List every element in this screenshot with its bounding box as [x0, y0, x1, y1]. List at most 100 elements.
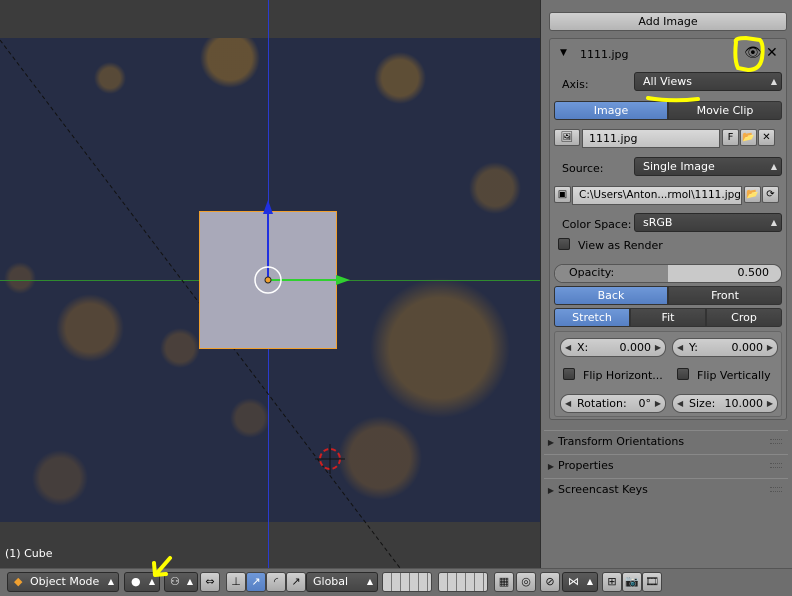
increment-arrow-icon[interactable]: ▶ — [767, 395, 773, 412]
image-browse-icon[interactable]: 🖼 — [554, 129, 580, 146]
mode-dropdown[interactable]: ◆ Object Mode ▲ — [7, 572, 119, 592]
drag-grip-icon[interactable] — [770, 487, 782, 492]
snap-toggle-icon[interactable]: ⊘ — [540, 572, 560, 592]
decrement-arrow-icon[interactable]: ◀ — [677, 339, 683, 356]
flip-vertical-checkbox[interactable] — [677, 368, 689, 380]
image-file-icon: ▣ — [554, 186, 571, 203]
layers-grid-b[interactable] — [438, 572, 488, 592]
reload-icon[interactable]: ⟳ — [762, 186, 779, 203]
expand-triangle-icon: ▶ — [547, 486, 555, 495]
depth-front-button[interactable]: Front — [668, 286, 782, 305]
render-animation-icon[interactable]: 🎞 — [642, 572, 662, 592]
flip-horizontal-label: Flip Horizont... — [583, 369, 663, 382]
dropdown-arrow-icon: ▲ — [770, 162, 777, 171]
view-as-render-label: View as Render — [578, 239, 663, 252]
z-arrow-icon — [263, 200, 273, 214]
section-transform-orientations[interactable]: ▶ Transform Orientations — [544, 430, 788, 452]
depth-back-button[interactable]: Back — [554, 286, 668, 305]
section-properties[interactable]: ▶ Properties — [544, 454, 788, 476]
increment-arrow-icon[interactable]: ▶ — [767, 339, 773, 356]
x-arrow-icon — [336, 275, 350, 285]
offset-y-field[interactable]: ◀ Y: 0.000 ▶ — [672, 338, 778, 357]
drag-grip-icon[interactable] — [770, 463, 782, 468]
size-field[interactable]: ◀ Size: 10.000 ▶ — [672, 394, 778, 413]
dropdown-arrow-icon: ▲ — [770, 77, 777, 86]
section-screencast-keys[interactable]: ▶ Screencast Keys — [544, 478, 788, 500]
axis-dropdown[interactable]: All Views ▲ — [634, 72, 782, 91]
opacity-slider[interactable]: Opacity: 0.500 — [554, 264, 782, 283]
manipulator-toggle-icon[interactable]: ⊥ — [226, 572, 246, 592]
file-browse-icon[interactable]: 📂 — [744, 186, 761, 203]
transform-box: ◀ X: 0.000 ▶ ◀ Y: 0.000 ▶ Flip Horizont.… — [554, 331, 782, 417]
dropdown-arrow-icon: ▲ — [148, 577, 155, 586]
rotation-value: 0° — [638, 397, 652, 410]
offset-x-field[interactable]: ◀ X: 0.000 ▶ — [560, 338, 666, 357]
unlink-icon[interactable]: ✕ — [758, 129, 775, 146]
frame-crop-button[interactable]: Crop — [706, 308, 782, 327]
drag-grip-icon[interactable] — [770, 439, 782, 444]
render-camera-icon[interactable]: 📷 — [622, 572, 642, 592]
source-value: Single Image — [643, 160, 715, 173]
axis-value: All Views — [643, 75, 692, 88]
3d-viewport[interactable]: (1) Cube — [0, 0, 540, 568]
size-label: Size: — [689, 397, 716, 410]
increment-arrow-icon[interactable]: ▶ — [655, 395, 661, 412]
tab-movie-clip[interactable]: Movie Clip — [668, 101, 782, 120]
image-entry-name: 1111.jpg — [580, 48, 629, 61]
expand-triangle-icon: ▶ — [547, 438, 555, 447]
fake-user-button[interactable]: F — [722, 129, 739, 146]
transform-gizmo[interactable] — [0, 0, 540, 568]
collapse-triangle-icon[interactable]: ▼ — [560, 48, 567, 58]
source-dropdown[interactable]: Single Image ▲ — [634, 157, 782, 176]
pivot-point-dropdown[interactable]: ⚇ ▲ — [164, 572, 198, 592]
rotate-manipulator-icon[interactable]: ◜ — [266, 572, 286, 592]
eye-icon[interactable]: 👁 — [744, 45, 762, 61]
pivot-icon: ⚇ — [170, 575, 180, 588]
section-label: Screencast Keys — [558, 483, 648, 496]
pivot-align-icon[interactable]: ⇔ — [200, 572, 220, 592]
expand-triangle-icon: ▶ — [547, 462, 555, 471]
flip-horizontal-checkbox[interactable] — [563, 368, 575, 380]
origin-point-icon — [264, 276, 272, 284]
frame-stretch-button[interactable]: Stretch — [554, 308, 630, 327]
orientation-label: Global — [313, 575, 349, 588]
proportional-edit-icon[interactable]: ◎ — [516, 572, 536, 592]
image-datablock-field[interactable]: 1111.jpg — [582, 129, 720, 148]
opacity-value: 0.500 — [737, 266, 770, 279]
size-value: 10.000 — [724, 397, 764, 410]
translate-manipulator-icon[interactable]: ↗ — [246, 572, 266, 592]
section-label: Properties — [558, 459, 614, 472]
color-space-dropdown[interactable]: sRGB ▲ — [634, 213, 782, 232]
add-image-button[interactable]: Add Image — [549, 12, 787, 31]
increment-arrow-icon[interactable]: ▶ — [655, 339, 661, 356]
snap-target-icon[interactable]: ⊞ — [602, 572, 622, 592]
color-space-value: sRGB — [643, 216, 673, 229]
object-info-label: (1) Cube — [5, 547, 53, 560]
dropdown-arrow-icon: ▲ — [586, 577, 593, 586]
transform-orientation-dropdown[interactable]: Global ▲ — [306, 572, 378, 592]
filepath-field[interactable]: C:\Users\Anton...rmol\1111.jpg — [572, 186, 742, 205]
offset-y-label: Y: — [689, 341, 698, 354]
mode-label: Object Mode — [30, 575, 100, 588]
open-folder-icon[interactable]: 📂 — [740, 129, 757, 146]
offset-x-label: X: — [577, 341, 589, 354]
decrement-arrow-icon[interactable]: ◀ — [565, 395, 571, 412]
snap-element-dropdown[interactable]: ⋈ ▲ — [562, 572, 598, 592]
color-space-label: Color Space: — [562, 218, 632, 231]
scale-manipulator-icon[interactable]: ↗ — [286, 572, 306, 592]
layer-lock-icon[interactable]: ▦ — [494, 572, 514, 592]
dropdown-arrow-icon: ▲ — [366, 577, 373, 586]
viewport-header-bar: ◆ Object Mode ▲ ● ▲ ⚇ ▲ ⇔ ⊥ ↗ ◜ ↗ Global… — [0, 568, 792, 596]
view-as-render-checkbox[interactable] — [558, 238, 570, 250]
cube-icon: ◆ — [14, 575, 23, 588]
decrement-arrow-icon[interactable]: ◀ — [677, 395, 683, 412]
tab-image[interactable]: Image — [554, 101, 668, 120]
frame-fit-button[interactable]: Fit — [630, 308, 706, 327]
decrement-arrow-icon[interactable]: ◀ — [565, 339, 571, 356]
layers-grid-a[interactable] — [382, 572, 432, 592]
section-label: Transform Orientations — [558, 435, 685, 448]
close-icon[interactable]: ✕ — [766, 45, 778, 61]
dropdown-arrow-icon: ▲ — [770, 218, 777, 227]
viewport-shading-dropdown[interactable]: ● ▲ — [124, 572, 160, 592]
rotation-field[interactable]: ◀ Rotation: 0° ▶ — [560, 394, 666, 413]
